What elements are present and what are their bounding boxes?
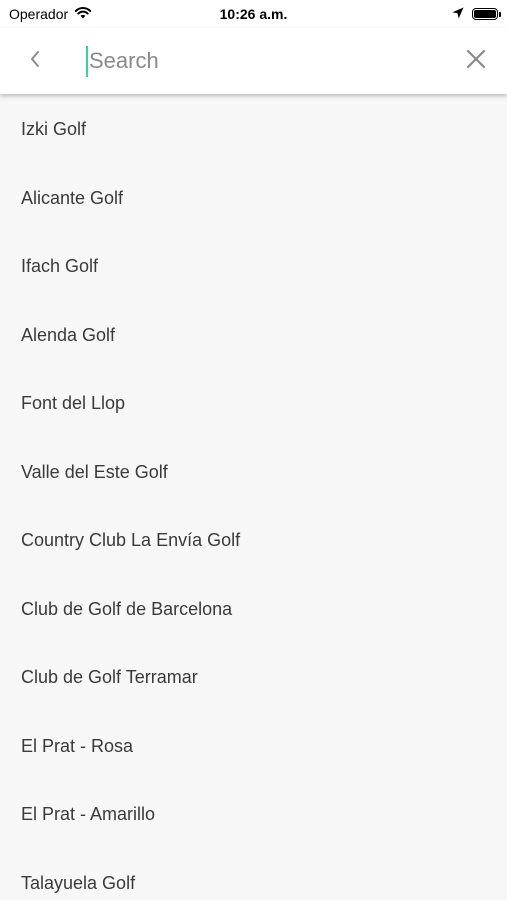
back-button[interactable] bbox=[22, 48, 48, 74]
app-screen: Operador 10:26 a.m. Search Izki Golf Ali… bbox=[0, 0, 507, 900]
list-item[interactable]: Ifach Golf bbox=[0, 233, 507, 302]
chevron-left-icon bbox=[28, 49, 42, 74]
list-item[interactable]: Club de Golf Terramar bbox=[0, 644, 507, 713]
status-right bbox=[452, 6, 501, 22]
status-left: Operador bbox=[9, 6, 92, 22]
search-input[interactable] bbox=[89, 48, 429, 74]
list-item[interactable]: Country Club La Envía Golf bbox=[0, 507, 507, 576]
location-arrow-icon bbox=[452, 6, 464, 22]
search-header bbox=[0, 28, 507, 94]
status-bar: Operador 10:26 a.m. bbox=[0, 0, 507, 28]
wifi-icon bbox=[74, 6, 92, 22]
text-cursor bbox=[86, 45, 88, 77]
list-item[interactable]: El Prat - Rosa bbox=[0, 712, 507, 781]
list-item[interactable]: Alenda Golf bbox=[0, 301, 507, 370]
carrier-label: Operador bbox=[9, 6, 69, 22]
list-item[interactable]: Alicante Golf bbox=[0, 164, 507, 233]
list-item[interactable]: Izki Golf bbox=[0, 94, 507, 164]
list-item[interactable]: El Prat - Amarillo bbox=[0, 781, 507, 850]
list-item[interactable]: Font del Llop bbox=[0, 370, 507, 439]
list-item[interactable]: Club de Golf de Barcelona bbox=[0, 575, 507, 644]
results-list: Izki Golf Alicante Golf Ifach Golf Alend… bbox=[0, 94, 507, 900]
list-item[interactable]: Talayuela Golf bbox=[0, 849, 507, 900]
battery-level bbox=[474, 10, 496, 18]
close-icon bbox=[465, 48, 487, 75]
clear-search-button[interactable] bbox=[463, 48, 489, 74]
search-field[interactable] bbox=[86, 44, 446, 78]
battery-icon bbox=[472, 8, 501, 20]
list-item[interactable]: Valle del Este Golf bbox=[0, 438, 507, 507]
